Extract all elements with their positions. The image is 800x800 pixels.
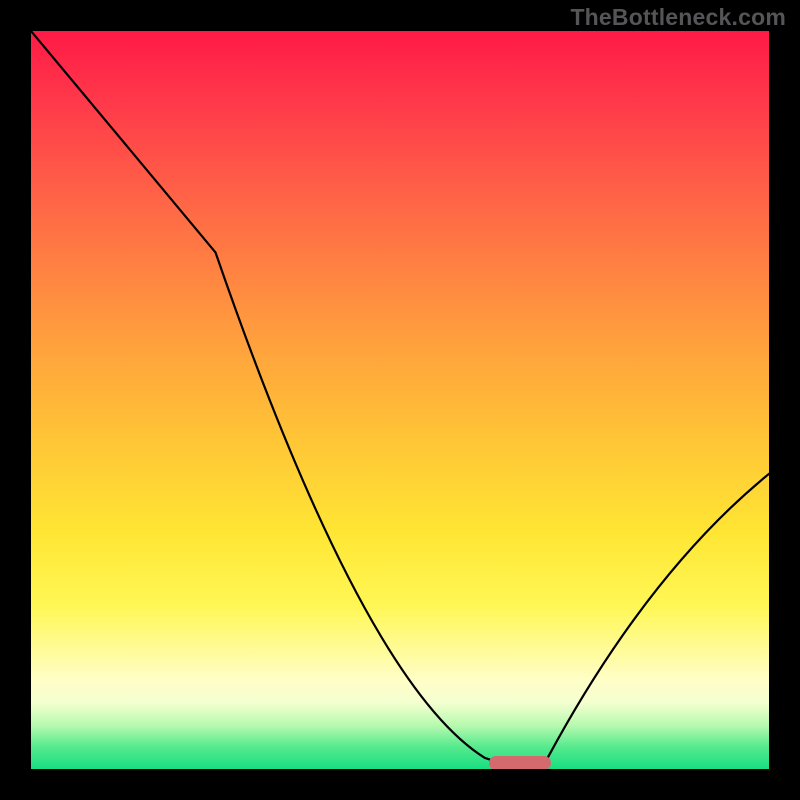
curve-path: [31, 31, 769, 769]
optimal-range-marker: [489, 756, 552, 769]
watermark-text: TheBottleneck.com: [570, 4, 786, 31]
plot-area: [31, 31, 769, 769]
bottleneck-curve: [31, 31, 769, 769]
chart-container: TheBottleneck.com: [0, 0, 800, 800]
